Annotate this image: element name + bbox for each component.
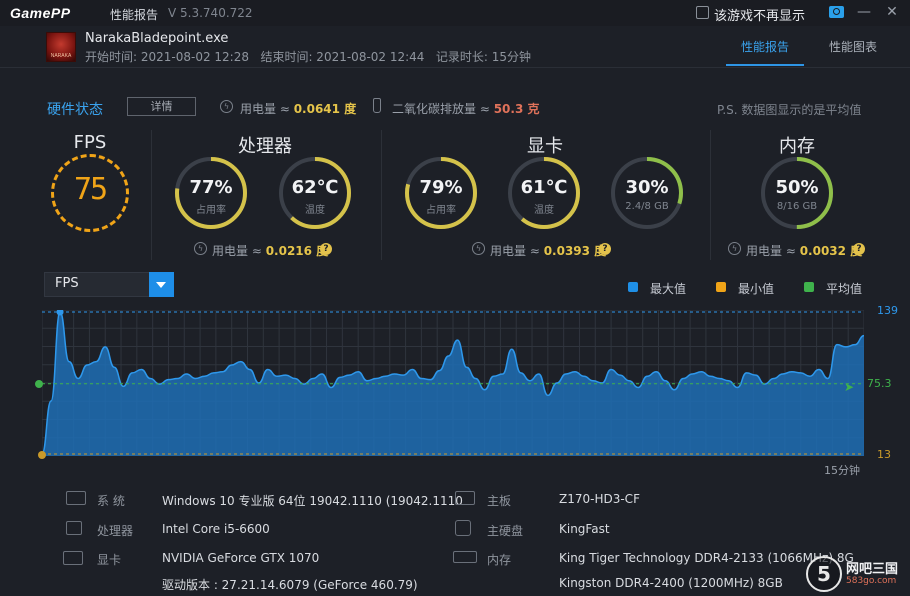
info-value-os: Windows 10 专业版 64位 19042.1110 (19042.111… — [162, 494, 463, 508]
gpu-temp-label: 温度 — [534, 205, 554, 216]
hide-game-checkbox[interactable] — [696, 6, 709, 19]
avg-arrow-icon: ➤ — [844, 380, 855, 394]
fps-value: 75 — [73, 172, 108, 207]
gpu-power: 用电量 ≈ 0.0393 度 — [490, 244, 607, 258]
x-end-label: 15分钟 — [824, 464, 860, 477]
info-value-driver: 驱动版本 : 27.21.14.6079 (GeForce 460.79) — [162, 578, 418, 592]
power-icon: ϟ — [194, 242, 207, 255]
legend-min-label: 最小值 — [738, 282, 775, 296]
watermark-logo-icon: 5 — [806, 556, 842, 592]
start-time: 开始时间: 2021-08-02 12:28 — [85, 50, 249, 64]
session-times: 开始时间: 2021-08-02 12:28 结束时间: 2021-08-02 … — [85, 48, 531, 65]
cpu-power: 用电量 ≈ 0.0216 度 — [212, 244, 329, 258]
min-marker-left — [38, 451, 46, 459]
watermark-text: 网吧三国 — [846, 562, 899, 577]
tab-performance-chart[interactable]: 性能图表 — [829, 38, 877, 55]
disk-icon — [455, 520, 471, 536]
tab-performance-report[interactable]: 性能报告 — [741, 38, 789, 55]
cpu-usage-label: 占用率 — [196, 205, 226, 216]
gpu-temp-value: 61℃ — [520, 177, 568, 198]
chevron-down-icon[interactable] — [149, 272, 174, 297]
details-button[interactable]: 详情 — [127, 97, 196, 116]
mem-power: 用电量 ≈ 0.0032 度 — [746, 244, 863, 258]
y-tick-max: 139 — [877, 304, 898, 317]
duration: 记录时长: 15分钟 — [435, 50, 532, 64]
help-icon[interactable]: ? — [599, 243, 611, 255]
header-divider — [0, 67, 910, 68]
power-icon: ϟ — [728, 242, 741, 255]
gpu-vram-value: 30% — [625, 177, 669, 198]
legend-avg-swatch — [804, 282, 814, 292]
info-key-disk: 主硬盘 — [487, 524, 524, 538]
minimize-icon[interactable]: — — [856, 3, 872, 21]
gpu-vram-label: 2.4/8 GB — [625, 201, 669, 212]
end-time: 结束时间: 2021-08-02 12:44 — [260, 50, 425, 64]
section-divider — [381, 130, 382, 260]
co2-icon — [373, 98, 381, 113]
info-value-cpu: Intel Core i5-6600 — [162, 522, 270, 536]
hardware-status-title: 硬件状态 — [47, 102, 103, 118]
legend-max-label: 最大值 — [650, 282, 687, 296]
cpu-temp-value: 62℃ — [291, 177, 339, 198]
info-value-disk: KingFast — [559, 522, 610, 536]
motherboard-icon — [455, 491, 475, 505]
info-key-gpu: 显卡 — [97, 553, 122, 567]
info-value-board: Z170-HD3-CF — [559, 492, 640, 506]
fps-chart — [42, 310, 864, 456]
watermark-sub: 583go.com — [846, 576, 897, 586]
camera-icon[interactable] — [829, 6, 844, 18]
info-value-gpu: NVIDIA GeForce GTX 1070 — [162, 551, 320, 565]
active-tab-indicator — [726, 64, 804, 66]
memory-icon — [453, 551, 477, 563]
windows-icon — [66, 491, 86, 505]
gpu-icon — [63, 551, 83, 565]
game-exe-name: NarakaBladepoint.exe — [85, 31, 229, 46]
gpu-usage-label: 占用率 — [426, 205, 456, 216]
legend-avg-label: 平均值 — [826, 282, 863, 296]
info-key-board: 主板 — [487, 494, 512, 508]
cpu-temp-label: 温度 — [305, 205, 325, 216]
info-key-os: 系 统 — [97, 494, 125, 508]
hide-game-label[interactable]: 该游戏不再显示 — [714, 5, 805, 24]
power-icon: ϟ — [220, 100, 233, 113]
info-key-cpu: 处理器 — [97, 524, 134, 538]
section-divider — [151, 130, 152, 260]
section-divider — [710, 130, 711, 260]
help-icon[interactable]: ? — [853, 243, 865, 255]
help-icon[interactable]: ? — [320, 243, 332, 255]
legend-min-swatch — [716, 282, 726, 292]
gpu-usage-value: 79% — [419, 177, 463, 198]
legend-max-swatch — [628, 282, 638, 292]
y-tick-min: 13 — [877, 448, 891, 461]
close-icon[interactable]: ✕ — [884, 3, 900, 21]
game-icon: NARAKA — [46, 32, 76, 62]
info-value-mem-2: Kingston DDR4-2400 (1200MHz) 8GB — [559, 576, 783, 590]
total-power: 用电量 ≈ 0.0641 度 — [240, 102, 357, 116]
mem-usage-value: 50% — [775, 177, 819, 198]
app-logo: GamePP — [10, 5, 71, 21]
info-key-mem: 内存 — [487, 553, 512, 567]
co2-emission: 二氧化碳排放量 ≈ 50.3 克 — [392, 102, 540, 116]
avg-marker-left — [35, 380, 43, 388]
power-icon: ϟ — [472, 242, 485, 255]
fps-title: FPS — [73, 132, 107, 153]
y-tick-avg: 75.3 — [867, 377, 892, 390]
cpu-usage-value: 77% — [189, 177, 233, 198]
app-title: 性能报告 — [110, 8, 159, 22]
average-note: P.S. 数据图显示的是平均值 — [717, 103, 862, 117]
app-version: V 5.3.740.722 — [168, 6, 253, 20]
cpu-icon — [66, 521, 82, 535]
metric-select-value[interactable]: FPS — [55, 276, 79, 291]
mem-usage-label: 8/16 GB — [776, 201, 818, 212]
